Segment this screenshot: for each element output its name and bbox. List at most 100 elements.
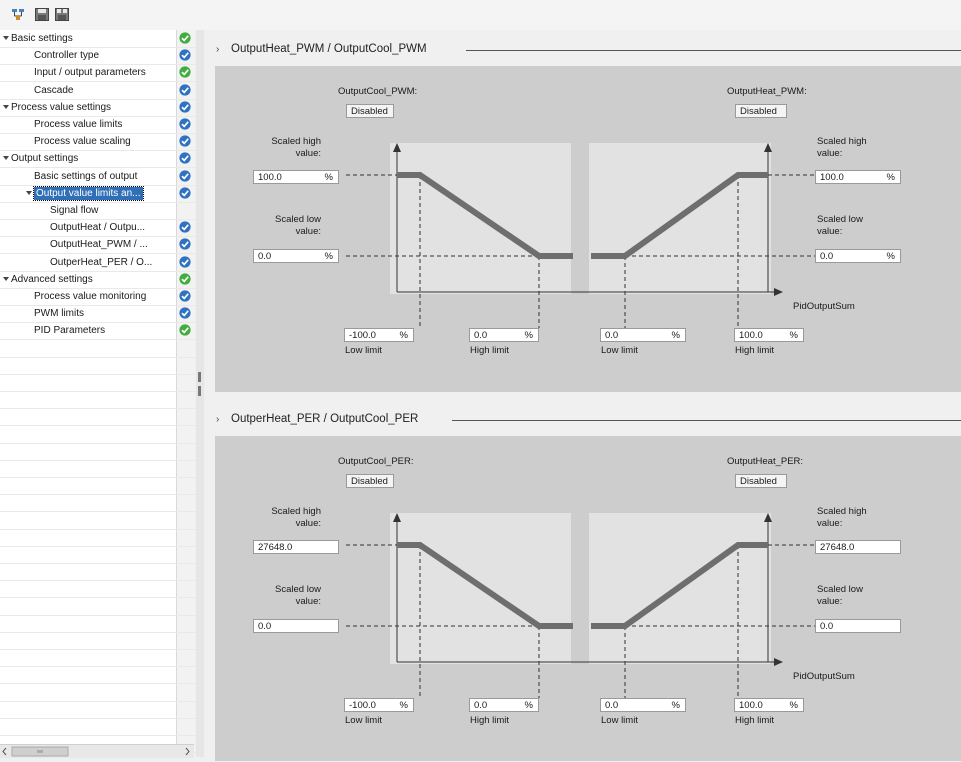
nav-item-label: Output value limits an...: [33, 185, 144, 201]
nav-empty-row: [0, 408, 204, 427]
nav-empty-row: [0, 357, 204, 375]
status-check-icon: [179, 66, 191, 78]
nav-item-label: Process value scaling: [34, 136, 131, 148]
nav-item-label: Process value settings: [11, 101, 112, 113]
nav-empty-row: [0, 477, 204, 496]
nav-item-label: Basic settings of output: [34, 170, 138, 182]
horizontal-scrollbar[interactable]: [0, 744, 194, 758]
y-axis-arrow-icon: [393, 513, 401, 522]
expand-triangle-icon[interactable]: [26, 190, 32, 195]
status-check-icon: [179, 273, 191, 285]
panel-splitter[interactable]: [196, 30, 204, 757]
x-axis-arrow-icon: [774, 288, 783, 296]
nav-empty-row: [0, 718, 204, 736]
chevron-right-icon[interactable]: ›: [216, 44, 219, 55]
status-check-icon: [179, 32, 191, 44]
y-axis-arrow-icon: [764, 513, 772, 522]
nav-item[interactable]: Basic settings: [0, 30, 204, 48]
nav-empty-row: [0, 460, 204, 478]
y-axis-arrow-icon: [393, 143, 401, 152]
nav-item[interactable]: Input / output parameters: [0, 64, 204, 83]
status-check-icon: [179, 187, 191, 199]
status-check-icon: [179, 152, 191, 164]
status-check-icon: [179, 255, 191, 268]
nav-item-label: PID Parameters: [34, 325, 106, 337]
nav-item-label: Basic settings: [11, 33, 73, 44]
nav-item[interactable]: Controller type: [0, 47, 204, 66]
nav-empty-row: [0, 426, 204, 444]
nav-item[interactable]: Process value settings: [0, 99, 204, 117]
nav-empty-row: [0, 649, 204, 668]
section-title: OutperHeat_PER / OutputCool_PER: [231, 413, 419, 425]
status-check-icon: [179, 83, 191, 96]
nav-empty-row: [0, 529, 204, 547]
status-check-icon: [179, 307, 191, 319]
nav-empty-row: [0, 340, 204, 358]
nav-item-label: OutputHeat_PWM / ...: [50, 239, 148, 251]
y-axis-arrow-icon: [764, 143, 772, 152]
nav-item[interactable]: OutputHeat_PWM / ...: [0, 236, 204, 255]
signal-flow-diagram: [346, 143, 815, 328]
status-check-icon: [179, 324, 191, 336]
nav-item-label: Signal flow: [50, 205, 99, 216]
nav-empty-row: [0, 374, 204, 392]
cool-output-curve: [397, 542, 573, 629]
nav-item[interactable]: Process value limits: [0, 116, 204, 134]
nav-item[interactable]: Process value monitoring: [0, 288, 204, 306]
x-axis-arrow-icon: [774, 658, 783, 666]
nav-item[interactable]: Signal flow: [0, 202, 204, 220]
nav-item[interactable]: Process value scaling: [0, 133, 204, 152]
expand-triangle-icon[interactable]: [3, 276, 9, 281]
nav-item-label: Cascade: [34, 84, 74, 96]
save-icon[interactable]: [35, 8, 49, 21]
save-all-icon[interactable]: [55, 8, 69, 21]
status-check-icon: [179, 101, 191, 113]
section-divider: [466, 50, 961, 51]
status-check-icon: [179, 290, 191, 302]
nav-item[interactable]: PWM limits: [0, 305, 204, 324]
nav-empty-row: [0, 615, 204, 633]
nav-item[interactable]: Advanced settings: [0, 271, 204, 289]
nav-item-label: Input / output parameters: [34, 67, 146, 79]
expand-triangle-icon[interactable]: [3, 104, 9, 109]
nav-item-label: OutperHeat_PER / O...: [50, 256, 153, 268]
nav-item-label: Output settings: [11, 153, 79, 165]
nav-item-label: OutputHeat / Outpu...: [50, 222, 146, 234]
nav-empty-row: [0, 580, 204, 599]
functional-view-icon[interactable]: [11, 8, 25, 21]
heat-output-curve: [591, 542, 768, 629]
nav-empty-row: [0, 701, 204, 719]
nav-empty-row: [0, 684, 204, 702]
status-check-icon: [179, 238, 191, 250]
toolbar: [0, 0, 961, 30]
nav-item[interactable]: Cascade: [0, 82, 204, 100]
status-check-icon: [179, 118, 191, 130]
nav-empty-row: [0, 494, 204, 513]
section-header[interactable]: › OutperHeat_PER / OutputCool_PER: [204, 409, 961, 429]
section-header[interactable]: › OutputHeat_PWM / OutputCool_PWM: [204, 39, 961, 59]
nav-empty-row: [0, 598, 204, 616]
status-check-icon: [179, 135, 191, 147]
nav-empty-row: [0, 443, 204, 461]
signal-flow-panel: OutputCool_PWM: Disabled OutputHeat_PWM: Di…: [215, 66, 961, 392]
nav-item-label: Process value monitoring: [34, 291, 147, 302]
heat-output-curve: [591, 172, 768, 259]
nav-item[interactable]: Output settings: [0, 150, 204, 169]
nav-item-label: PWM limits: [34, 308, 84, 320]
expand-triangle-icon[interactable]: [3, 36, 9, 40]
signal-flow-diagram: [346, 513, 815, 698]
expand-triangle-icon[interactable]: [3, 156, 9, 161]
nav-item[interactable]: OutperHeat_PER / O...: [0, 254, 204, 272]
section-divider: [452, 420, 961, 421]
status-check-icon: [179, 221, 191, 233]
nav-item-label: Advanced settings: [11, 273, 93, 285]
nav-item[interactable]: Basic settings of output: [0, 168, 204, 186]
nav-item-label: Controller type: [34, 50, 100, 62]
chevron-right-icon[interactable]: ›: [216, 414, 219, 425]
nav-empty-row: [0, 391, 204, 410]
signal-flow-panel: OutputCool_PER: Disabled OutputHeat_PER: Di…: [215, 436, 961, 761]
nav-item[interactable]: OutputHeat / Outpu...: [0, 219, 204, 238]
nav-item[interactable]: PID Parameters: [0, 322, 204, 341]
nav-empty-row: [0, 512, 204, 530]
nav-item[interactable]: Output value limits an...: [0, 185, 204, 203]
